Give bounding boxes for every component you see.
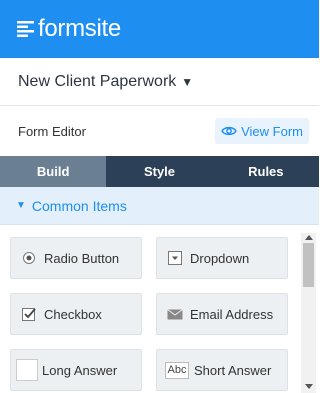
caret-down-icon: ▼ xyxy=(16,200,26,211)
scroll-down-arrow-icon[interactable] xyxy=(305,384,313,389)
item-long-answer[interactable]: Long Answer xyxy=(10,349,142,391)
view-form-button[interactable]: View Form xyxy=(215,118,309,144)
common-items-section-header[interactable]: ▼ Common Items xyxy=(0,187,319,225)
logo-text: formsite xyxy=(38,15,121,42)
abc-glyph: Abc xyxy=(164,361,190,379)
scroll-up-arrow-icon[interactable] xyxy=(305,235,313,240)
tab-style-label: Style xyxy=(143,164,176,179)
item-short-answer[interactable]: Abc Short Answer xyxy=(156,349,288,391)
editor-tabs: Build Style Rules xyxy=(0,156,319,187)
tab-rules[interactable]: Rules xyxy=(212,156,319,187)
formsite-logo[interactable]: formsite xyxy=(17,17,121,41)
scrollbar[interactable] xyxy=(301,233,316,393)
item-dropdown[interactable]: Dropdown xyxy=(156,237,288,279)
editor-bar: Form Editor View Form xyxy=(0,106,319,156)
radio-icon xyxy=(18,251,40,265)
item-label: Short Answer xyxy=(194,362,272,378)
text-field-icon: Abc xyxy=(163,361,191,379)
item-email-address[interactable]: Email Address xyxy=(156,293,288,335)
form-editor-label: Form Editor xyxy=(18,123,86,139)
checkbox-icon xyxy=(18,307,40,321)
envelope-icon xyxy=(164,308,186,320)
item-radio-button[interactable]: Radio Button xyxy=(10,237,142,279)
tab-build[interactable]: Build xyxy=(0,156,107,187)
dropdown-icon xyxy=(164,251,186,265)
item-checkbox[interactable]: Checkbox xyxy=(10,293,142,335)
item-label: Email Address xyxy=(190,306,274,322)
tab-build-label: Build xyxy=(36,164,70,179)
item-label: Dropdown xyxy=(190,250,250,266)
section-title: Common Items xyxy=(31,197,127,214)
items-panel: Radio Button Dropdown Checkbox Email Add… xyxy=(0,225,319,393)
app-header: formsite xyxy=(0,0,319,58)
item-label: Long Answer xyxy=(42,362,118,378)
item-label: Radio Button xyxy=(44,250,120,266)
item-label: Checkbox xyxy=(44,306,102,322)
view-form-label: View Form xyxy=(241,123,303,139)
caret-down-icon: ▼ xyxy=(181,74,194,89)
form-title: New Client Paperwork xyxy=(18,72,177,90)
tab-rules-label: Rules xyxy=(248,164,284,179)
eye-icon xyxy=(221,126,237,136)
formsite-logo-icon xyxy=(17,21,34,37)
form-selector[interactable]: New Client Paperwork ▼ xyxy=(0,58,319,106)
tab-style[interactable]: Style xyxy=(106,156,213,187)
scroll-thumb[interactable] xyxy=(303,243,314,287)
textarea-icon xyxy=(16,359,38,381)
